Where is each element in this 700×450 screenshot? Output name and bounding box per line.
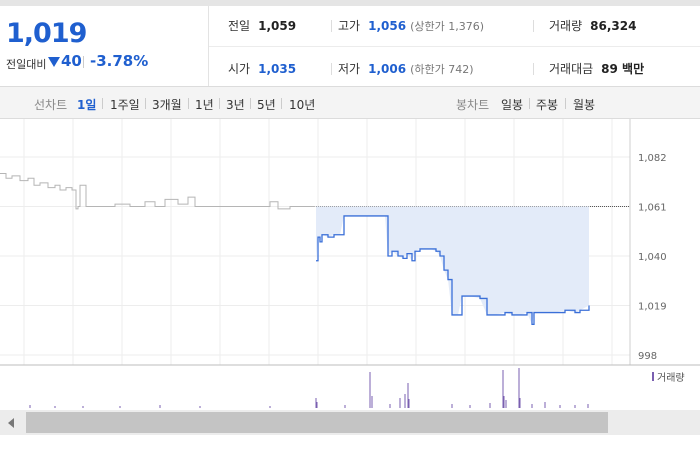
- divider: [145, 98, 146, 109]
- down-arrow-icon: [48, 57, 60, 67]
- high-cell: 고가 1,056 (상한가 1,376): [338, 17, 484, 34]
- divider: [219, 98, 220, 109]
- divider: [533, 20, 534, 32]
- chart-period-tabs: 선차트 1일 1주일 3개월 1년 3년 5년 10년 봉차트 일봉 주봉 월봉: [0, 86, 700, 119]
- divider: [188, 98, 189, 109]
- bottom-margin: [0, 435, 700, 450]
- divider: [281, 98, 282, 109]
- prev-close-value: 1,059: [258, 19, 297, 33]
- tab-monthly-candle[interactable]: 월봉: [573, 96, 595, 113]
- tab-weekly-candle[interactable]: 주봉: [536, 96, 558, 113]
- divider: [533, 63, 534, 75]
- open-cell: 시가 1,035: [228, 60, 296, 77]
- tab-1year[interactable]: 1년: [195, 96, 214, 113]
- divider: [331, 20, 332, 32]
- line-chart-label: 선차트: [34, 98, 68, 112]
- tab-1day[interactable]: 1일: [77, 96, 96, 113]
- volume-cell: 거래량 86,324: [549, 17, 636, 34]
- divider: [83, 56, 84, 68]
- scroll-left-arrow-icon[interactable]: [0, 410, 22, 435]
- tab-10year[interactable]: 10년: [289, 96, 315, 113]
- prev-close-cell: 전일 1,059: [228, 17, 296, 34]
- tab-3month[interactable]: 3개월: [152, 96, 182, 113]
- chart-scrollbar[interactable]: [0, 410, 700, 435]
- quote-panel: 1,019 전일대비 40 -3.78% 전일 1,059 고가 1,056 (상한가…: [0, 6, 700, 86]
- divider: [529, 98, 530, 109]
- current-price-box: 1,019 전일대비 40 -3.78%: [0, 6, 209, 86]
- volume-label: 거래량: [549, 19, 583, 33]
- tab-3year[interactable]: 3년: [226, 96, 245, 113]
- low-cell: 저가 1,006 (하한가 742): [338, 60, 474, 77]
- volume-value: 86,324: [590, 19, 637, 33]
- amount-cell: 거래대금 89 백만: [549, 60, 644, 77]
- upper-limit: (상한가 1,376): [410, 20, 484, 33]
- volume-legend-label: 거래량: [657, 372, 685, 384]
- amount-value: 89 백만: [601, 62, 645, 76]
- amount-label: 거래대금: [549, 62, 594, 76]
- low-value: 1,006: [368, 62, 407, 76]
- scroll-thumb[interactable]: [26, 412, 608, 433]
- y-tick-label: 998: [638, 351, 657, 362]
- high-value: 1,056: [368, 19, 407, 33]
- row-divider: [209, 46, 700, 47]
- change-value: 40: [61, 52, 82, 70]
- y-tick-label: 1,019: [638, 302, 667, 313]
- divider: [102, 98, 103, 109]
- change-percent: -3.78%: [90, 52, 149, 70]
- prev-day-line: [0, 173, 315, 210]
- open-value: 1,035: [258, 62, 297, 76]
- divider: [331, 63, 332, 75]
- divider: [250, 98, 251, 109]
- y-tick-label: 1,061: [638, 203, 667, 214]
- low-label: 저가: [338, 62, 361, 76]
- divider: [565, 98, 566, 109]
- change-label: 전일대비: [6, 58, 47, 71]
- lower-limit: (하한가 742): [410, 63, 474, 76]
- intraday-chart: 1,082 1,061 1,040 1,019 998 거래량: [0, 119, 700, 410]
- volume-legend-swatch: [652, 372, 654, 381]
- tab-daily-candle[interactable]: 일봉: [501, 96, 523, 113]
- price-chart-svg: 1,082 1,061 1,040 1,019 998거래량: [0, 119, 700, 408]
- tab-5year[interactable]: 5년: [257, 96, 276, 113]
- high-label: 고가: [338, 19, 361, 33]
- current-price: 1,019: [6, 18, 87, 49]
- prev-close-label: 전일: [228, 19, 251, 33]
- candle-chart-label: 봉차트: [456, 98, 490, 112]
- open-label: 시가: [228, 62, 251, 76]
- tab-1week[interactable]: 1주일: [110, 96, 140, 113]
- y-tick-label: 1,082: [638, 153, 667, 164]
- y-tick-label: 1,040: [638, 252, 667, 263]
